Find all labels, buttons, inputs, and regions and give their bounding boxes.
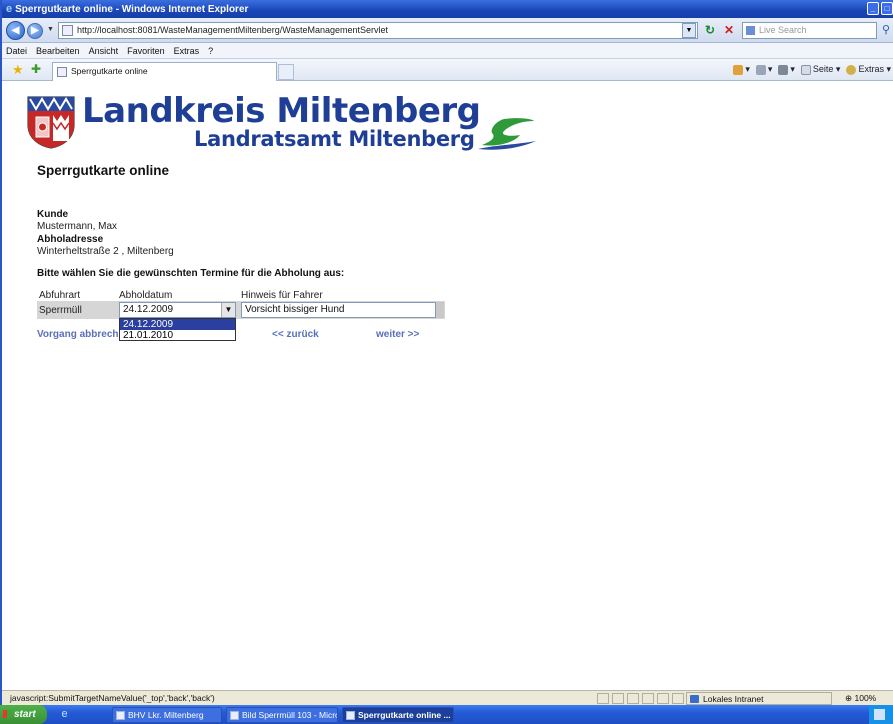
search-icon[interactable]: ⚲ <box>882 23 890 36</box>
menu-bar: Datei Bearbeiten Ansicht Favoriten Extra… <box>2 43 893 59</box>
tray-icon[interactable] <box>874 709 885 720</box>
pickup-date-value: 24.12.2009 <box>123 304 174 315</box>
status-segment <box>672 693 684 704</box>
ie-logo-icon: e <box>6 3 13 15</box>
driver-note-value: Vorsicht bissiger Hund <box>245 304 345 315</box>
refresh-icon[interactable]: ↻ <box>703 23 717 38</box>
page-icon <box>62 25 73 36</box>
tab-sperrgutkarte[interactable]: Sperrgutkarte online <box>52 62 277 81</box>
page-content: Landkreis Miltenberg Landratsamt Miltenb… <box>4 81 893 690</box>
quicklaunch-ie-icon[interactable]: e <box>58 708 71 721</box>
column-header-note: Hinweis für Fahrer <box>241 290 323 301</box>
maximize-button[interactable]: □ <box>881 2 893 15</box>
windows-flag-icon <box>3 710 11 718</box>
page-menu[interactable]: Seite ▾ <box>800 64 840 75</box>
menu-ansicht[interactable]: Ansicht <box>89 46 119 56</box>
history-dropdown-icon[interactable]: ▼ <box>47 26 54 33</box>
address-input[interactable]: http://localhost:8081/WasteManagementMil… <box>58 22 698 39</box>
date-option[interactable]: 24.12.2009 <box>120 319 235 330</box>
customer-label: Kunde <box>37 209 69 220</box>
status-segment <box>612 693 624 704</box>
address-dropdown-icon[interactable]: ▼ <box>682 23 696 38</box>
pickup-address-label: Abholadresse <box>37 234 104 245</box>
live-search-icon <box>746 26 755 35</box>
tools-menu-label: Extras <box>858 64 884 74</box>
title-bar: e Sperrgutkarte online - Windows Interne… <box>2 0 893 18</box>
taskbar-item[interactable]: BHV Lkr. Miltenberg <box>112 707 222 723</box>
status-text: javascript:SubmitTargetNameValue('_top',… <box>10 693 215 703</box>
home-icon[interactable]: ▾ <box>733 64 750 75</box>
browser-window: e Sperrgutkarte online - Windows Interne… <box>0 0 893 705</box>
page-menu-label: Seite <box>812 64 834 74</box>
coat-of-arms-icon <box>27 96 75 149</box>
page-icon <box>57 67 67 77</box>
address-toolbar: ◀ ▶ ▼ http://localhost:8081/WasteManagem… <box>2 18 893 43</box>
tab-bar: ★ ✚ Sperrgutkarte online ▾ ▾ ▾ Seite ▾ E… <box>2 59 893 81</box>
start-label: start <box>14 709 36 720</box>
stop-icon[interactable]: ✕ <box>722 23 736 38</box>
print-icon[interactable]: ▾ <box>778 64 795 75</box>
tab-title: Sperrgutkarte online <box>71 66 148 76</box>
status-segment <box>642 693 654 704</box>
back-icon[interactable]: ◀ <box>6 21 25 40</box>
favorites-star-icon[interactable]: ★ <box>12 63 24 76</box>
header-subtitle: Landratsamt Miltenberg <box>194 127 475 151</box>
zone-label: Lokales Intranet <box>703 694 764 704</box>
forward-icon[interactable]: ▶ <box>27 23 43 39</box>
column-header-date: Abholdatum <box>119 290 173 301</box>
taskbar-item-label: Sperrgutkarte online ... <box>358 710 451 720</box>
pickup-address: Winterheltstraße 2 , Miltenberg <box>37 246 174 257</box>
zoom-level[interactable]: ⊕ 100% <box>845 693 876 704</box>
start-button[interactable]: start <box>0 705 47 724</box>
cancel-link[interactable]: Vorgang abbrech <box>37 329 119 340</box>
pickup-type-cell: Sperrmüll <box>39 305 82 316</box>
taskbar-item-label: BHV Lkr. Miltenberg <box>128 710 204 720</box>
new-tab-button[interactable] <box>278 64 294 80</box>
menu-bearbeiten[interactable]: Bearbeiten <box>36 46 80 56</box>
date-option[interactable]: 21.01.2010 <box>120 330 235 341</box>
driver-note-scrollbar[interactable] <box>436 302 444 318</box>
status-segment <box>657 693 669 704</box>
intranet-icon <box>690 695 699 703</box>
menu-help[interactable]: ? <box>208 46 213 56</box>
window-title: Sperrgutkarte online - Windows Internet … <box>15 3 249 15</box>
taskbar: start e BHV Lkr. Miltenberg Bild Sperrmü… <box>0 705 893 724</box>
zoom-value: 100% <box>854 693 877 703</box>
swoosh-logo-icon <box>478 118 536 150</box>
date-dropdown-list: 24.12.2009 21.01.2010 <box>119 318 236 341</box>
security-zone[interactable]: Lokales Intranet <box>686 692 832 705</box>
chevron-down-icon[interactable]: ▼ <box>221 303 235 317</box>
add-favorite-icon[interactable]: ✚ <box>31 63 41 76</box>
taskbar-item[interactable]: Sperrgutkarte online ... <box>342 707 454 723</box>
status-segment <box>627 693 639 704</box>
minimize-button[interactable]: _ <box>867 2 879 15</box>
tools-menu[interactable]: Extras ▾ <box>846 64 891 75</box>
next-link[interactable]: weiter >> <box>376 329 419 340</box>
search-input[interactable]: Live Search <box>742 22 877 39</box>
menu-datei[interactable]: Datei <box>6 46 27 56</box>
taskbar-item-label: Bild Sperrmüll 103 - Micro... <box>242 710 338 720</box>
customer-name: Mustermann, Max <box>37 221 118 232</box>
command-bar: ▾ ▾ ▾ Seite ▾ Extras ▾ <box>733 64 891 75</box>
taskbar-item[interactable]: Bild Sperrmüll 103 - Micro... <box>226 707 338 723</box>
menu-extras[interactable]: Extras <box>174 46 200 56</box>
driver-note-input[interactable]: Vorsicht bissiger Hund <box>241 302 436 318</box>
status-bar: javascript:SubmitTargetNameValue('_top',… <box>2 690 893 705</box>
pickup-date-select[interactable]: 24.12.2009 ▼ <box>119 302 236 318</box>
feeds-icon[interactable]: ▾ <box>755 64 772 75</box>
header-title: Landkreis Miltenberg <box>82 91 481 131</box>
ie-icon <box>346 711 355 720</box>
column-header-type: Abfuhrart <box>39 290 81 301</box>
address-url: http://localhost:8081/WasteManagementMil… <box>77 25 388 35</box>
search-placeholder: Live Search <box>759 25 807 35</box>
word-icon <box>230 711 239 720</box>
menu-favoriten[interactable]: Favoriten <box>127 46 165 56</box>
status-segment <box>597 693 609 704</box>
page-title: Sperrgutkarte online <box>37 163 170 178</box>
instruction-text: Bitte wählen Sie die gewünschten Termine… <box>37 268 345 279</box>
folder-icon <box>116 711 125 720</box>
back-link[interactable]: << zurück <box>272 329 319 340</box>
system-tray <box>869 705 893 724</box>
